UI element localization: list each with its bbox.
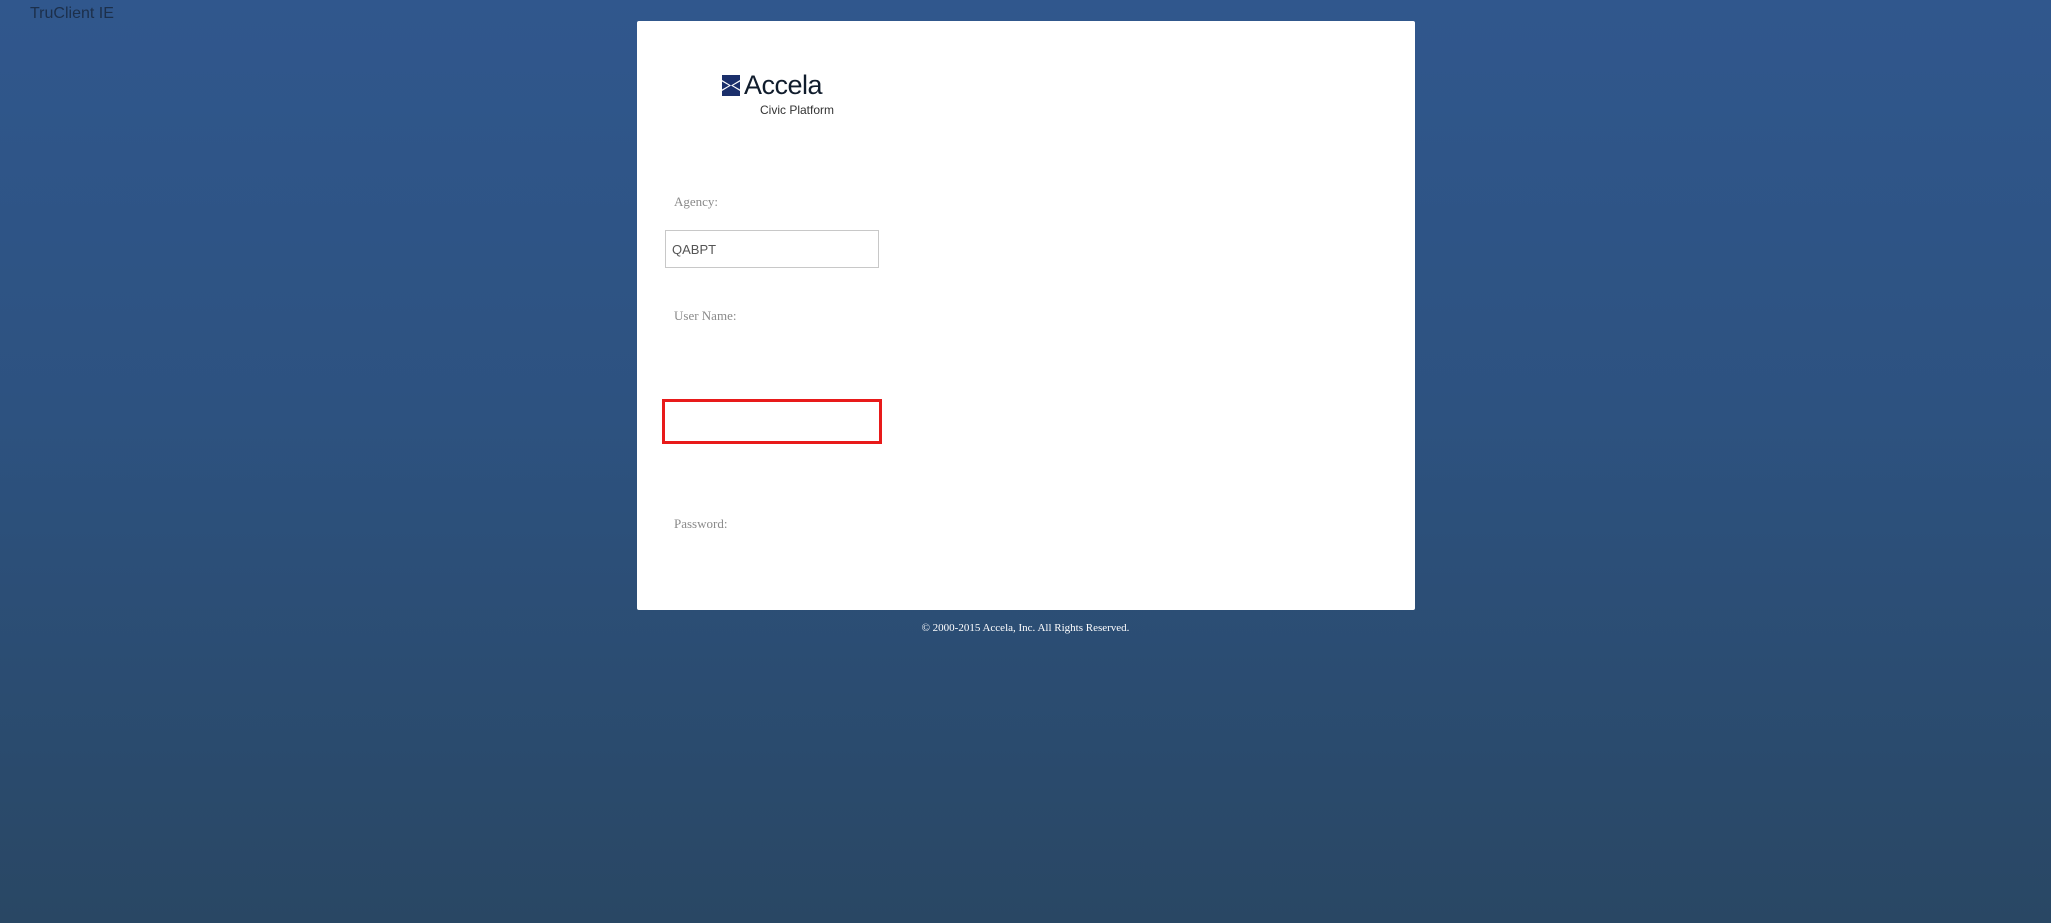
logo-name: Accela bbox=[744, 70, 823, 100]
login-panel: Accela Civic Platform Agency: User Name:… bbox=[637, 21, 1415, 610]
accela-logo: Accela Civic Platform bbox=[722, 70, 862, 125]
copyright-text: © 2000-2015 Accela, Inc. All Rights Rese… bbox=[921, 622, 1130, 634]
logo-tagline: Civic Platform bbox=[760, 103, 835, 117]
password-label: Password: bbox=[674, 516, 728, 531]
agency-input[interactable] bbox=[665, 230, 879, 268]
username-input[interactable] bbox=[662, 399, 882, 444]
app-title: TruClient IE bbox=[30, 5, 114, 22]
accela-logo-icon bbox=[722, 75, 740, 96]
username-label: User Name: bbox=[674, 308, 737, 323]
agency-label: Agency: bbox=[674, 194, 719, 209]
